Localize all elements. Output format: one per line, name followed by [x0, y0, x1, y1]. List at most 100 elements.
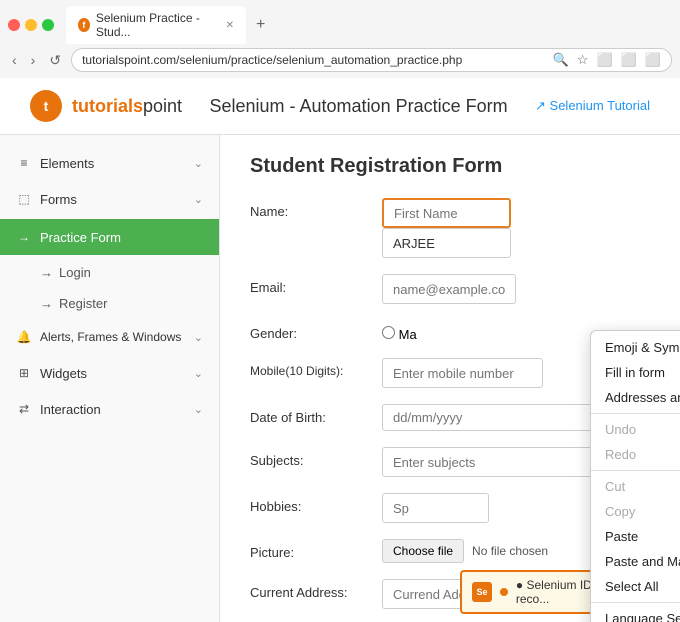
dob-input[interactable]	[382, 404, 602, 431]
tab-title: Selenium Practice - Stud...	[96, 11, 216, 39]
gender-option-text: Ma	[399, 327, 417, 342]
mobile-input[interactable]	[382, 358, 543, 388]
hobbies-input[interactable]	[382, 493, 489, 523]
ctx-paste-match-label: Paste and Match Style	[605, 554, 680, 569]
address-label: Current Address:	[250, 579, 370, 600]
gender-options: Ma	[382, 320, 417, 342]
ctx-sep-1	[591, 413, 680, 414]
alerts-icon: 🔔	[16, 329, 32, 345]
elements-icon: ≡	[16, 155, 32, 171]
tab-favicon	[78, 18, 90, 32]
ctx-paste[interactable]: Paste	[591, 524, 680, 549]
file-name-text: No file chosen	[472, 544, 548, 558]
search-icon: 🔍	[553, 52, 569, 68]
choose-file-button[interactable]: Choose file	[382, 539, 464, 563]
name-field	[382, 198, 650, 258]
ctx-paste-label: Paste	[605, 529, 638, 544]
page-body: ≡ Elements ⌄ ⬚ Forms ⌄ → Practice Form	[0, 135, 680, 622]
sidebar-item-interaction[interactable]: ⇄ Interaction ⌄	[0, 391, 219, 427]
file-row: Choose file No file chosen	[382, 539, 548, 563]
tab-bar: Selenium Practice - Stud... ✕ +	[0, 0, 680, 44]
forward-button[interactable]: ›	[27, 50, 40, 70]
last-name-input[interactable]	[382, 228, 511, 258]
ctx-paste-match[interactable]: Paste and Match Style	[591, 549, 680, 574]
ctx-fill[interactable]: Fill in form	[591, 360, 680, 385]
email-label: Email:	[250, 274, 370, 295]
browser-chrome: Selenium Practice - Stud... ✕ + ‹ › ↺ tu…	[0, 0, 680, 78]
selenium-tutorial-link[interactable]: ↗ Selenium Tutorial	[535, 98, 650, 114]
ctx-emoji-label: Emoji & Symbols	[605, 340, 680, 355]
selenium-logo: Se	[472, 582, 492, 602]
gender-radio-label: Ma	[382, 326, 417, 342]
address-bar: ‹ › ↺ tutorialspoint.com/selenium/practi…	[0, 44, 680, 78]
active-tab[interactable]: Selenium Practice - Stud... ✕	[66, 6, 246, 44]
forms-icon: ⬚	[16, 191, 32, 207]
ctx-fill-label: Fill in form	[605, 365, 665, 380]
tab-close-button[interactable]: ✕	[226, 20, 234, 31]
minimize-traffic-light[interactable]	[25, 19, 37, 31]
sidebar-label-login: Login	[59, 265, 91, 280]
logo-area: t tutorialspoint	[30, 90, 182, 122]
email-field-wrap	[382, 274, 650, 304]
selenium-recording-dot	[500, 588, 508, 596]
sidebar-item-login[interactable]: → Login	[0, 257, 219, 288]
ctx-copy: Copy	[591, 499, 680, 524]
ctx-cut: Cut	[591, 474, 680, 499]
ctx-emoji[interactable]: Emoji & Symbols	[591, 335, 680, 360]
share-icon: ⬜	[596, 52, 612, 68]
sidebar-label-alerts: Alerts, Frames & Windows	[40, 330, 181, 344]
page-header: t tutorialspoint Selenium - Automation P…	[0, 78, 680, 135]
ctx-undo-label: Undo	[605, 422, 636, 437]
gender-radio[interactable]	[382, 326, 395, 339]
subjects-input[interactable]	[382, 447, 596, 477]
header-title: Selenium - Automation Practice Form	[209, 96, 507, 117]
sidebar-item-forms[interactable]: ⬚ Forms ⌄	[0, 181, 219, 217]
ctx-language-label: Language Settings	[605, 611, 680, 622]
widgets-icon: ⊞	[16, 365, 32, 381]
ctx-select-all-label: Select All	[605, 579, 658, 594]
name-input[interactable]	[382, 198, 511, 228]
sidebar-label-widgets: Widgets	[40, 366, 87, 381]
sidebar-label-elements: Elements	[40, 156, 94, 171]
sidebar: ≡ Elements ⌄ ⬚ Forms ⌄ → Practice Form	[0, 135, 220, 622]
ctx-language[interactable]: Language Settings	[591, 606, 680, 622]
close-traffic-light[interactable]	[8, 19, 20, 31]
sidebar-item-register[interactable]: → Register	[0, 288, 219, 319]
sidebar-item-widgets[interactable]: ⊞ Widgets ⌄	[0, 355, 219, 391]
chevron-forms: ⌄	[194, 193, 203, 206]
practice-form-icon: →	[16, 229, 32, 245]
hobbies-label: Hobbies:	[250, 493, 370, 514]
ctx-addresses-label: Addresses and more	[605, 390, 680, 405]
subjects-label: Subjects:	[250, 447, 370, 468]
sidebar-label-interaction: Interaction	[40, 402, 101, 417]
sidebar-item-alerts[interactable]: 🔔 Alerts, Frames & Windows ⌄	[0, 319, 219, 355]
url-action-icons: 🔍 ☆ ⬜ ⬜ ⬜	[553, 52, 661, 68]
dob-label: Date of Birth:	[250, 404, 370, 425]
sidebar-item-elements[interactable]: ≡ Elements ⌄	[0, 145, 219, 181]
name-row: Name:	[250, 198, 650, 258]
chevron-alerts: ⌄	[194, 331, 203, 344]
ctx-addresses[interactable]: Addresses and more	[591, 385, 680, 410]
url-input[interactable]: tutorialspoint.com/selenium/practice/sel…	[71, 48, 672, 72]
chevron-widgets: ⌄	[194, 367, 203, 380]
sidebar-item-practice-form[interactable]: → Practice Form	[0, 219, 219, 255]
ctx-select-all[interactable]: Select All	[591, 574, 680, 599]
ctx-redo-label: Redo	[605, 447, 636, 462]
picture-label: Picture:	[250, 539, 370, 560]
maximize-traffic-light[interactable]	[42, 19, 54, 31]
email-input[interactable]	[382, 274, 516, 304]
url-text: tutorialspoint.com/selenium/practice/sel…	[82, 53, 547, 67]
mobile-label: Mobile(10 Digits):	[250, 358, 370, 378]
refresh-button[interactable]: ↺	[45, 50, 65, 71]
ctx-sep-2	[591, 470, 680, 471]
new-tab-button[interactable]: +	[250, 14, 271, 36]
bookmark-icon: ☆	[577, 52, 589, 68]
back-button[interactable]: ‹	[8, 50, 21, 70]
chevron-interaction: ⌄	[194, 403, 203, 416]
register-arrow-icon: →	[40, 296, 53, 311]
page-title: Student Registration Form	[250, 155, 650, 178]
ctx-undo: Undo	[591, 417, 680, 442]
main-content: Student Registration Form Name: Email: G…	[220, 135, 680, 622]
ctx-copy-label: Copy	[605, 504, 635, 519]
gender-label: Gender:	[250, 320, 370, 341]
